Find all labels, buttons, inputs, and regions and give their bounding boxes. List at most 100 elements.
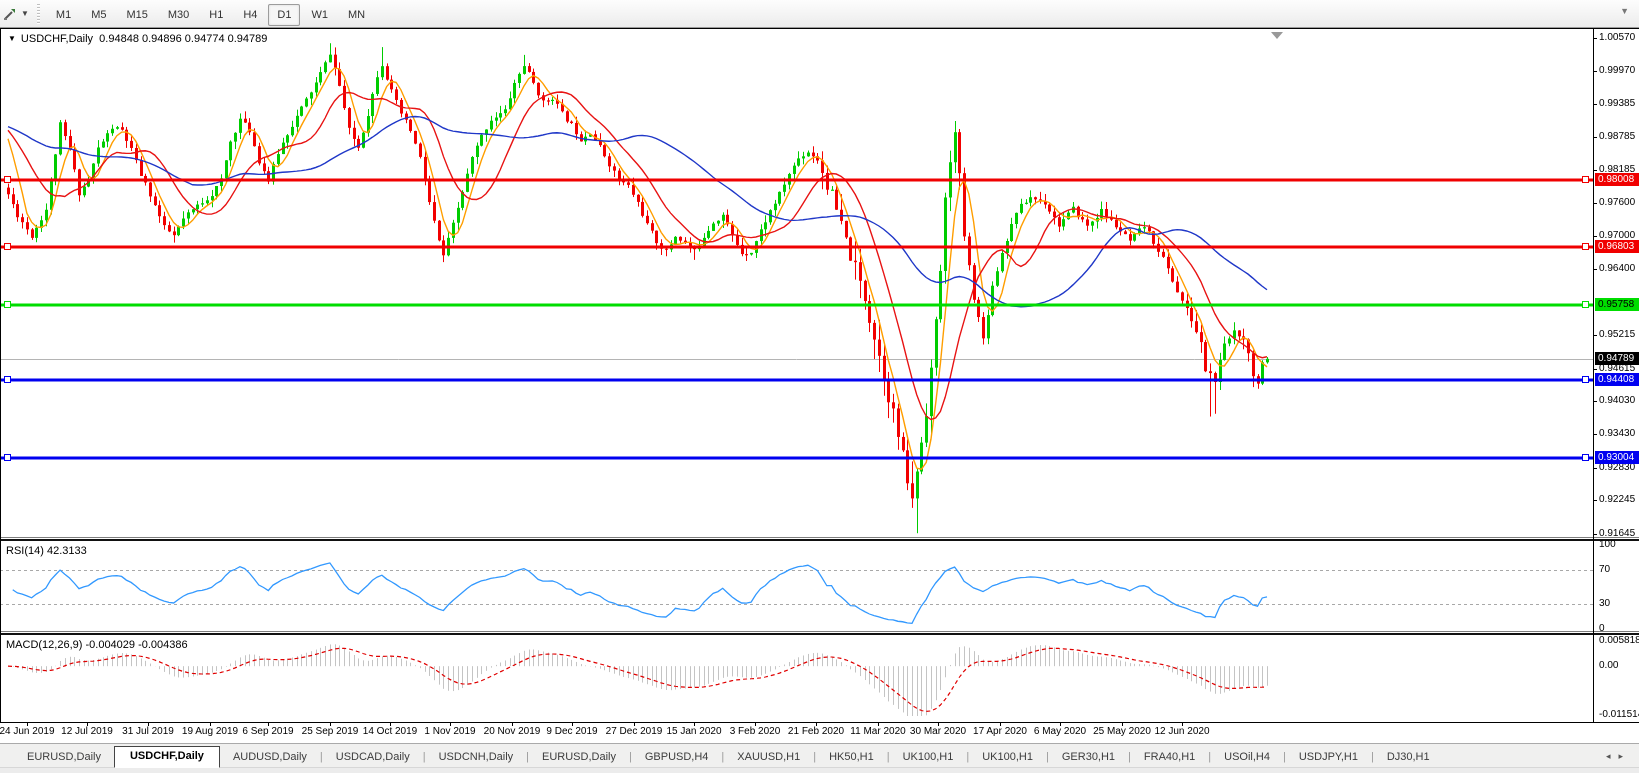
price-axis-tickmark bbox=[1593, 534, 1597, 535]
timeframe-button-mn[interactable]: MN bbox=[339, 4, 374, 26]
chart-tab-bar: EURUSD,DailyUSDCHF,DailyAUDUSD,Daily|USD… bbox=[0, 743, 1639, 767]
status-strip bbox=[0, 767, 1639, 773]
price-axis-tickmark bbox=[1593, 170, 1597, 171]
timeframe-button-m15[interactable]: M15 bbox=[117, 4, 156, 26]
date-axis-label: 6 May 2020 bbox=[1034, 726, 1086, 737]
price-axis-tickmark bbox=[1593, 236, 1597, 237]
price-axis-tick: 0.94030 bbox=[1599, 395, 1635, 406]
date-axis: 24 Jun 201912 Jul 201931 Jul 201919 Aug … bbox=[0, 723, 1639, 743]
price-axis-tickmark bbox=[1593, 369, 1597, 370]
timeframe-button-m1[interactable]: M1 bbox=[47, 4, 80, 26]
chart-left-border bbox=[0, 29, 1, 722]
chart-tab-usdcad-daily[interactable]: USDCAD,Daily bbox=[323, 748, 423, 767]
price-axis-tickmark bbox=[1593, 468, 1597, 469]
macd-axis-tick: 0.005818 bbox=[1599, 635, 1639, 646]
chart-cursor-icon[interactable] bbox=[1, 5, 19, 23]
date-axis-label: 17 Apr 2020 bbox=[973, 726, 1027, 737]
toolbar-overflow-icon[interactable]: ▼ bbox=[1620, 6, 1629, 16]
price-level-badge: 0.94408 bbox=[1595, 373, 1639, 386]
price-axis-tickmark bbox=[1593, 203, 1597, 204]
chart-tab-audusd-daily[interactable]: AUDUSD,Daily bbox=[220, 748, 320, 767]
date-axis-label: 6 Sep 2019 bbox=[242, 726, 293, 737]
price-level-badge: 0.96803 bbox=[1595, 240, 1639, 253]
date-axis-label: 14 Oct 2019 bbox=[363, 726, 417, 737]
chart-tab-eurusd-daily[interactable]: EURUSD,Daily bbox=[14, 748, 114, 767]
date-axis-label: 3 Feb 2020 bbox=[730, 726, 781, 737]
date-axis-label: 11 Mar 2020 bbox=[850, 726, 905, 737]
rsi-label: RSI(14) 42.3133 bbox=[6, 545, 87, 557]
chart-tab-uk100-h1[interactable]: UK100,H1 bbox=[969, 748, 1046, 767]
macd-values: -0.004029 -0.004386 bbox=[85, 639, 187, 651]
date-axis-label: 25 Sep 2019 bbox=[302, 726, 359, 737]
price-axis-tick: 0.99970 bbox=[1599, 65, 1635, 76]
chart-tab-dj30-h1[interactable]: DJ30,H1 bbox=[1374, 748, 1443, 767]
rsi-axis-tick: 100 bbox=[1599, 539, 1616, 550]
rsi-axis-tick: 0 bbox=[1599, 623, 1605, 634]
chart-tab-usdcnh-daily[interactable]: USDCNH,Daily bbox=[426, 748, 527, 767]
price-axis-tickmark bbox=[1593, 38, 1597, 39]
price-level-badge: 0.98008 bbox=[1595, 173, 1639, 186]
symbol-name: USDCHF,Daily bbox=[21, 33, 93, 45]
rsi-indicator-panel[interactable] bbox=[0, 541, 1593, 631]
timeframe-button-w1[interactable]: W1 bbox=[302, 4, 337, 26]
timeframe-button-h1[interactable]: H1 bbox=[200, 4, 232, 26]
price-level-badge: 0.95758 bbox=[1595, 298, 1639, 311]
timeframe-button-d1[interactable]: D1 bbox=[268, 4, 300, 26]
price-axis-tick: 0.92245 bbox=[1599, 494, 1635, 505]
date-axis-label: 9 Dec 2019 bbox=[546, 726, 597, 737]
chevron-down-icon[interactable]: ▼ bbox=[21, 9, 29, 18]
date-axis-label: 19 Aug 2019 bbox=[182, 726, 238, 737]
price-axis-tick: 0.95215 bbox=[1599, 329, 1635, 340]
price-axis-tick: 0.96400 bbox=[1599, 263, 1635, 274]
date-axis-label: 1 Nov 2019 bbox=[424, 726, 475, 737]
date-axis-label: 30 Mar 2020 bbox=[910, 726, 966, 737]
timeframe-button-m5[interactable]: M5 bbox=[82, 4, 115, 26]
timeframe-button-h4[interactable]: H4 bbox=[234, 4, 266, 26]
symbol-quote-label: ▼ USDCHF,Daily 0.94848 0.94896 0.94774 0.… bbox=[8, 33, 267, 45]
date-axis-label: 24 Jun 2019 bbox=[0, 726, 55, 737]
price-axis-tickmark bbox=[1593, 335, 1597, 336]
timeframes-toolbar: ▼ M1M5M15M30H1H4D1W1MN ▼ bbox=[0, 0, 1639, 28]
macd-axis-tick: -0.011514 bbox=[1599, 709, 1639, 720]
price-axis-tickmark bbox=[1593, 401, 1597, 402]
price-axis-tick: 0.98785 bbox=[1599, 131, 1635, 142]
chart-tab-xauusd-h1[interactable]: XAUUSD,H1 bbox=[724, 748, 813, 767]
price-axis-tickmark bbox=[1593, 269, 1597, 270]
date-axis-label: 21 Feb 2020 bbox=[788, 726, 844, 737]
tab-scroll-arrows[interactable]: ◂▸ bbox=[1606, 751, 1631, 762]
chart-tab-usoil-h4[interactable]: USOil,H4 bbox=[1211, 748, 1283, 767]
toolbar-grip-handle[interactable] bbox=[37, 4, 40, 24]
price-axis-tickmark bbox=[1593, 434, 1597, 435]
macd-indicator-panel[interactable] bbox=[0, 635, 1593, 722]
chart-tab-usdchf-daily[interactable]: USDCHF,Daily bbox=[114, 746, 220, 768]
timeframe-button-m30[interactable]: M30 bbox=[159, 4, 198, 26]
price-axis-tickmark bbox=[1593, 104, 1597, 105]
chart-tab-hk50-h1[interactable]: HK50,H1 bbox=[816, 748, 887, 767]
price-axis-border bbox=[1593, 29, 1594, 722]
chart-tab-fra40-h1[interactable]: FRA40,H1 bbox=[1131, 748, 1208, 767]
price-level-badge: 0.93004 bbox=[1595, 451, 1639, 464]
chart-tab-usdjpy-h1[interactable]: USDJPY,H1 bbox=[1286, 748, 1371, 767]
date-axis-label: 20 Nov 2019 bbox=[484, 726, 541, 737]
price-axis-tickmark bbox=[1593, 137, 1597, 138]
date-axis-label: 12 Jun 2020 bbox=[1154, 726, 1209, 737]
chart-window: ▼ USDCHF,Daily 0.94848 0.94896 0.94774 0.… bbox=[0, 28, 1639, 743]
chart-tab-ger30-h1[interactable]: GER30,H1 bbox=[1049, 748, 1128, 767]
main-price-chart[interactable] bbox=[0, 29, 1593, 537]
symbol-ohlc-values: 0.94848 0.94896 0.94774 0.94789 bbox=[99, 33, 267, 45]
rsi-value: 42.3133 bbox=[47, 545, 87, 557]
date-axis-label: 27 Dec 2019 bbox=[606, 726, 663, 737]
price-axis-tick: 0.97600 bbox=[1599, 197, 1635, 208]
price-axis-tick: 1.00570 bbox=[1599, 32, 1635, 43]
price-axis-tickmark bbox=[1593, 71, 1597, 72]
rsi-axis-tick: 70 bbox=[1599, 564, 1610, 575]
timeframe-buttons: M1M5M15M30H1H4D1W1MN bbox=[46, 5, 375, 23]
chart-tab-uk100-h1[interactable]: UK100,H1 bbox=[890, 748, 967, 767]
chart-tab-gbpusd-h4[interactable]: GBPUSD,H4 bbox=[632, 748, 722, 767]
macd-axis-tick: 0.00 bbox=[1599, 660, 1618, 671]
rsi-axis-tick: 30 bbox=[1599, 598, 1610, 609]
date-axis-label: 31 Jul 2019 bbox=[122, 726, 174, 737]
price-axis-tickmark bbox=[1593, 500, 1597, 501]
symbol-dropdown-icon[interactable]: ▼ bbox=[8, 34, 16, 43]
chart-tab-eurusd-daily[interactable]: EURUSD,Daily bbox=[529, 748, 629, 767]
